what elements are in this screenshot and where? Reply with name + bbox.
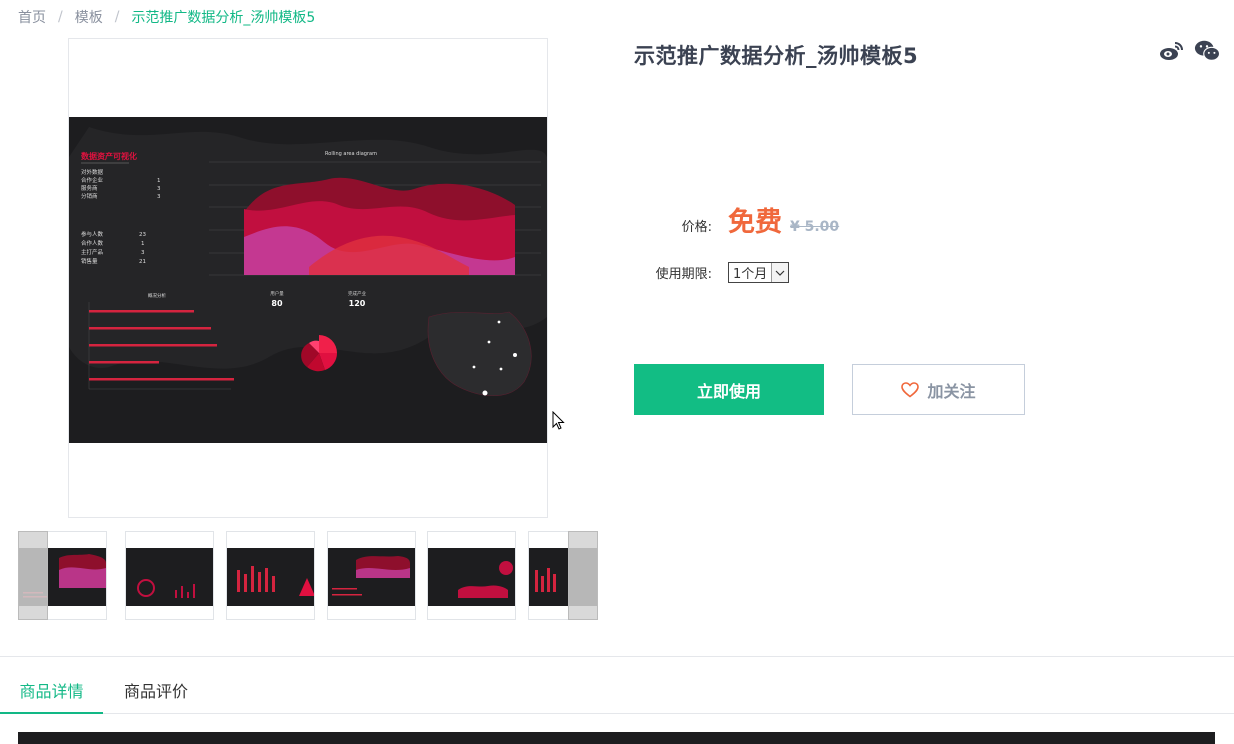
preview-kpi-label: 用户量 — [270, 290, 284, 297]
follow-button-label: 加关注 — [927, 383, 976, 401]
preview-stat-label: 对外数据 — [81, 168, 104, 176]
thumbnail-illustration — [237, 566, 314, 596]
preview-stat-label: 参与人数 — [81, 230, 104, 238]
mouse-cursor-icon — [552, 411, 565, 430]
price-row: 价格: 免费 ¥ 5.00 — [634, 200, 840, 239]
thumbnail[interactable] — [226, 531, 315, 620]
preview-kpi-value: 120 — [349, 299, 366, 308]
follow-button[interactable]: 加关注 — [852, 364, 1025, 415]
preview-kpi-label: 完成产业 — [348, 290, 366, 297]
tab-details[interactable]: 商品详情 — [0, 670, 103, 714]
detail-tabs: 商品详情 商品评价 — [0, 670, 1234, 714]
preview-kpi-value: 80 — [271, 299, 283, 308]
price-label: 价格: — [681, 220, 712, 235]
period-select[interactable]: 1个月 — [728, 262, 790, 283]
preview-stat-label: 主打产品 — [81, 248, 104, 256]
thumbnail-image — [328, 548, 415, 606]
dashboard-illustration: 数据资产可视化 对外数据 合作企业 1 服务商 3 分销商 3 参与人数 23 … — [69, 117, 547, 443]
breadcrumb: 首页 / 模板 / 示范推广数据分析_汤帅模板5 — [18, 7, 315, 27]
thumbnail-illustration — [137, 579, 195, 598]
breadcrumb-separator: / — [58, 9, 63, 25]
preview-stat-label: 分销商 — [81, 192, 98, 200]
preview-bar-title: 概况分析 — [148, 292, 166, 299]
breadcrumb-home[interactable]: 首页 — [18, 7, 46, 27]
period-select-value: 1个月 — [733, 267, 768, 282]
breadcrumb-current: 示范推广数据分析_汤帅模板5 — [131, 10, 316, 26]
preview-stat-label: 合作人数 — [81, 239, 104, 247]
preview-title: 数据资产可视化 — [81, 151, 137, 161]
thumbnail-illustration — [458, 561, 513, 598]
thumbnail-strip — [18, 531, 598, 620]
weibo-icon[interactable] — [1158, 38, 1184, 64]
section-divider — [0, 656, 1234, 657]
preview-stat-label: 服务商 — [81, 184, 98, 192]
period-label: 使用期限: — [655, 267, 712, 282]
thumbnail-illustration — [332, 556, 410, 596]
breadcrumb-templates[interactable]: 模板 — [75, 7, 103, 27]
preview-stat-value: 3 — [141, 250, 145, 256]
thumbnail[interactable] — [427, 531, 516, 620]
preview-area-title: Rolling area diagram — [325, 151, 377, 157]
preview-stat-value: 23 — [139, 232, 146, 238]
preview-stat-value: 3 — [157, 186, 161, 192]
preview-stat-value: 1 — [141, 241, 145, 247]
preview-stat-value: 3 — [157, 194, 161, 200]
thumbnail-image — [126, 548, 213, 606]
preview-stat-value: 1 — [157, 178, 161, 184]
thumbnail-prev-button[interactable] — [18, 531, 48, 620]
thumbnail[interactable] — [125, 531, 214, 620]
dashboard-preview: 数据资产可视化 对外数据 合作企业 1 服务商 3 分销商 3 参与人数 23 … — [69, 117, 547, 443]
breadcrumb-separator: / — [114, 9, 120, 25]
main-preview-image[interactable]: 数据资产可视化 对外数据 合作企业 1 服务商 3 分销商 3 参与人数 23 … — [68, 38, 548, 518]
heart-icon — [901, 381, 920, 398]
wechat-icon[interactable] — [1194, 38, 1220, 64]
thumbnail-next-button[interactable] — [568, 531, 598, 620]
thumbnail-image — [428, 548, 515, 606]
chevron-down-icon — [771, 263, 789, 282]
preview-stat-label: 销售量 — [81, 257, 98, 265]
use-now-button[interactable]: 立即使用 — [634, 364, 824, 415]
preview-stat-label: 合作企业 — [81, 176, 104, 184]
thumbnail-image — [227, 548, 314, 606]
period-row: 使用期限: 1个月 — [634, 262, 790, 283]
product-page: 首页 / 模板 / 示范推广数据分析_汤帅模板5 数据资产可视化 对外数据 合作… — [0, 0, 1234, 744]
share-icons — [1158, 38, 1220, 64]
product-title: 示范推广数据分析_汤帅模板5 — [634, 44, 919, 68]
thumbnail[interactable] — [327, 531, 416, 620]
price-original: ¥ 5.00 — [790, 219, 840, 235]
preview-stat-value: 21 — [139, 259, 146, 265]
details-preview-strip — [18, 732, 1215, 744]
tab-reviews[interactable]: 商品评价 — [124, 670, 188, 714]
price-free: 免费 — [728, 207, 782, 238]
